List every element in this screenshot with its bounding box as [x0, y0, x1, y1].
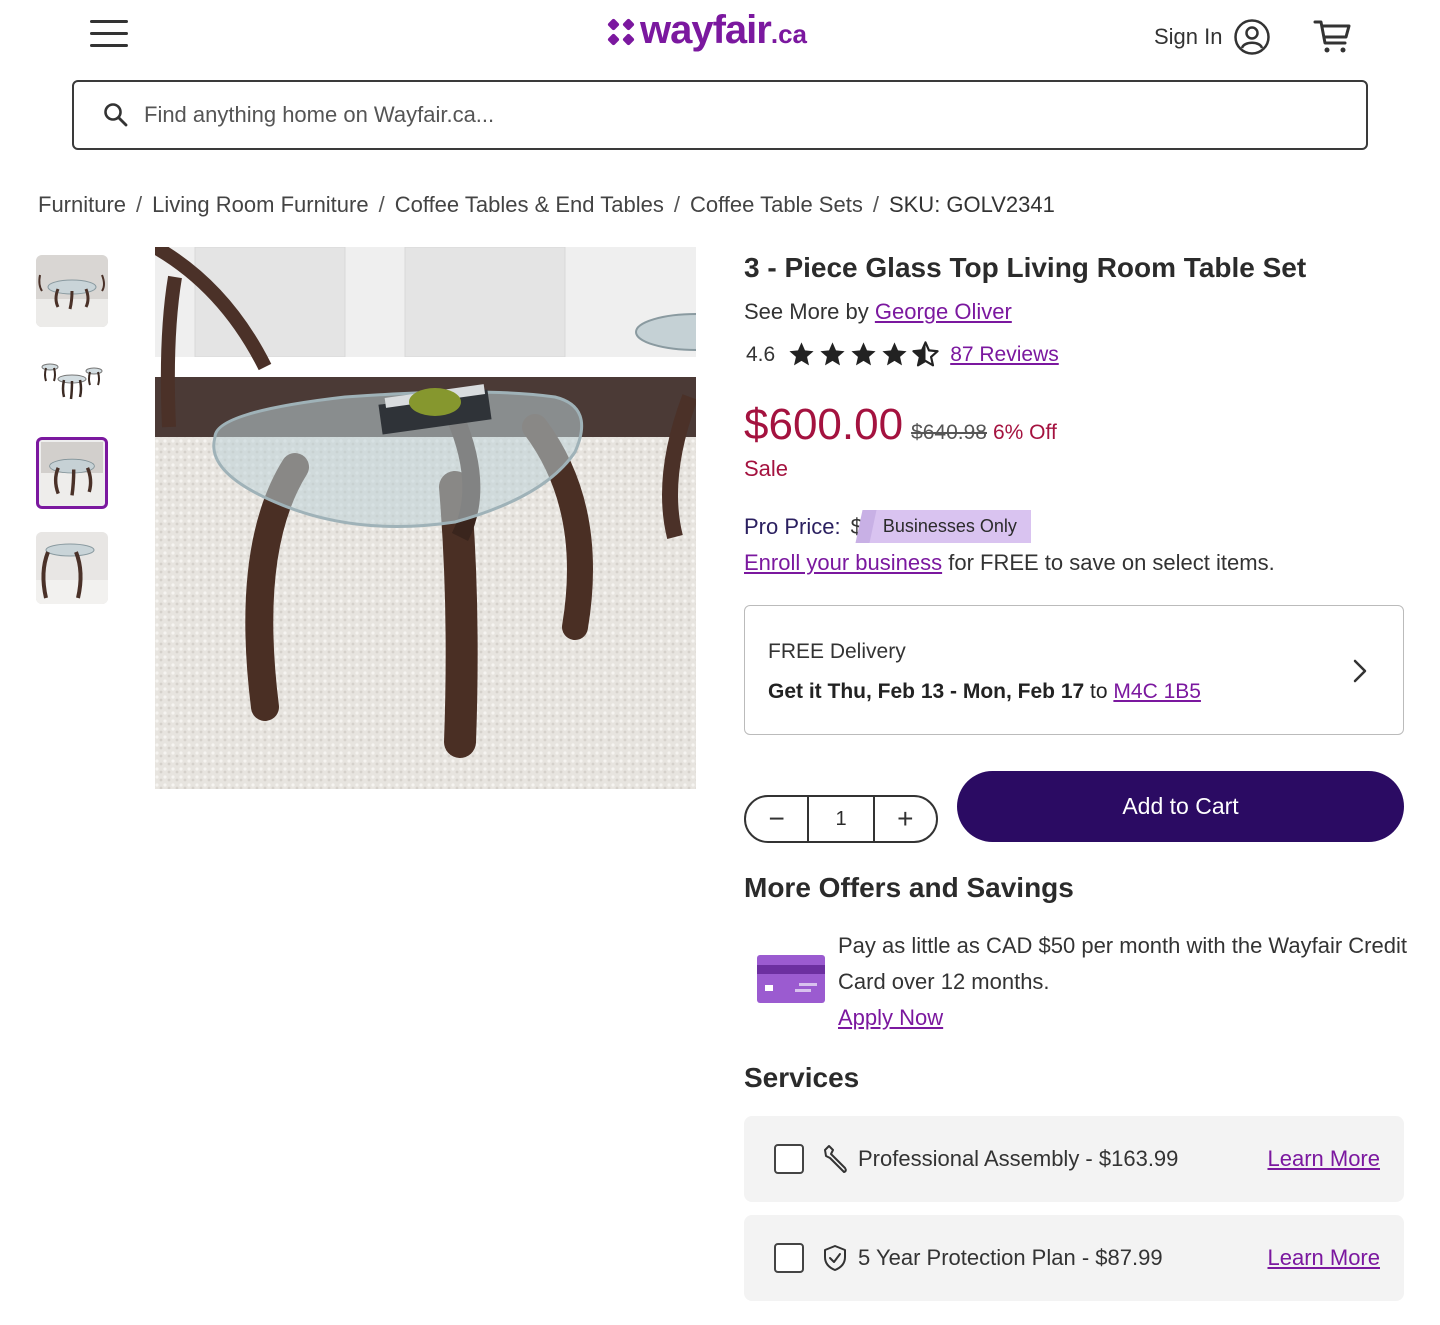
- postal-code-link[interactable]: M4C 1B5: [1113, 680, 1201, 703]
- original-price: $640.98: [911, 421, 987, 444]
- thumbnail-image: [36, 255, 108, 327]
- cart-icon[interactable]: [1312, 16, 1352, 56]
- quantity-value[interactable]: 1: [807, 797, 875, 841]
- quantity-stepper: − 1 +: [744, 795, 938, 843]
- account-icon: [1233, 19, 1270, 55]
- breadcrumb: Furniture / Living Room Furniture / Coff…: [38, 192, 1055, 218]
- rating-value: 4.6: [746, 342, 776, 366]
- coffee-table-photo: [155, 247, 696, 789]
- delivery-title: FREE Delivery: [768, 640, 906, 663]
- breadcrumb-separator: /: [872, 192, 879, 217]
- enroll-row: Enroll your business for FREE to save on…: [744, 550, 1275, 576]
- thumbnail-image: [36, 532, 108, 604]
- search-bar[interactable]: [72, 80, 1368, 150]
- discount-label: 6% Off: [992, 421, 1057, 444]
- breadcrumb-furniture[interactable]: Furniture: [38, 192, 126, 218]
- shield-check-icon: [824, 1245, 846, 1271]
- delivery-to: to: [1084, 680, 1114, 703]
- breadcrumb-sku: SKU: GOLV2341: [888, 192, 1055, 217]
- reviews-link[interactable]: 87 Reviews: [950, 343, 1059, 367]
- logo-text: wayfair: [640, 8, 772, 52]
- protection-plan-label: 5 Year Protection Plan - $87.99: [858, 1245, 1163, 1270]
- main-product-image[interactable]: [155, 247, 696, 789]
- logo-mark-icon: [607, 18, 635, 46]
- thumbnail-image: [41, 442, 103, 504]
- services-heading: Services: [744, 1062, 860, 1093]
- decrease-quantity-button[interactable]: −: [746, 797, 807, 841]
- pro-price-label: Pro Price:: [744, 513, 841, 539]
- assembly-learn-more-link[interactable]: Learn More: [1267, 1146, 1380, 1172]
- sign-in-label: Sign In: [1154, 24, 1223, 49]
- breadcrumb-coffee-table-sets[interactable]: Coffee Table Sets: [690, 192, 863, 218]
- price-row: $600.00 $640.98 6% Off: [744, 400, 1057, 450]
- chevron-right-icon: [1353, 659, 1367, 683]
- brand-byline: See More by George Oliver: [744, 299, 1012, 325]
- assembly-checkbox[interactable]: [774, 1144, 804, 1174]
- brand-link[interactable]: George Oliver: [875, 299, 1012, 324]
- menu-icon[interactable]: [90, 20, 128, 50]
- star-full-icon: [789, 342, 814, 366]
- search-icon: [104, 103, 128, 127]
- star-half-icon: [912, 341, 939, 367]
- logo-suffix: .ca: [770, 19, 808, 49]
- delivery-panel[interactable]: FREE Delivery Get it Thu, Feb 13 - Mon, …: [744, 605, 1404, 735]
- protection-plan-checkbox[interactable]: [774, 1243, 804, 1273]
- increase-quantity-button[interactable]: +: [875, 797, 936, 841]
- product-title: 3 - Piece Glass Top Living Room Table Se…: [744, 252, 1307, 283]
- apply-now-link[interactable]: Apply Now: [838, 1005, 943, 1030]
- protection-plan-learn-more-link[interactable]: Learn More: [1267, 1245, 1380, 1271]
- offers-heading: More Offers and Savings: [744, 872, 1074, 903]
- product-thumbnail-selected[interactable]: [36, 437, 108, 509]
- product-thumbnail[interactable]: [36, 345, 108, 417]
- breadcrumb-separator: /: [673, 192, 680, 217]
- star-full-icon: [851, 342, 876, 366]
- service-assembly: Professional Assembly - $163.99 Learn Mo…: [744, 1116, 1404, 1202]
- breadcrumb-separator: /: [378, 192, 385, 217]
- star-rating: [787, 340, 940, 369]
- wrench-icon: [824, 1145, 847, 1173]
- delivery-eta: Get it Thu, Feb 13 - Mon, Feb 17: [768, 680, 1085, 703]
- product-thumbnail[interactable]: [36, 255, 108, 327]
- sale-label: Sale: [744, 456, 789, 481]
- sale-price: $600.00: [744, 400, 904, 449]
- credit-card-offer-text: Pay as little as CAD $50 per month with …: [838, 933, 1407, 994]
- thumbnail-image: [36, 345, 108, 417]
- credit-card-offer: Pay as little as CAD $50 per month with …: [838, 928, 1408, 1036]
- businesses-only-badge: Businesses Only: [868, 510, 1031, 543]
- rating-summary: 4.6 87 Reviews: [746, 340, 1059, 369]
- enroll-text: for FREE to save on select items.: [942, 550, 1275, 575]
- assembly-label: Professional Assembly - $163.99: [858, 1146, 1179, 1171]
- product-thumbnail[interactable]: [36, 532, 108, 604]
- pro-price-row: Pro Price: $ Businesses Only: [744, 510, 1031, 543]
- credit-card-icon: [757, 955, 825, 1003]
- service-protection-plan: 5 Year Protection Plan - $87.99 Learn Mo…: [744, 1215, 1404, 1301]
- brand-prefix: See More by: [744, 299, 869, 324]
- breadcrumb-separator: /: [136, 192, 143, 217]
- star-full-icon: [820, 342, 845, 366]
- wayfair-logo[interactable]: wayfair .ca: [606, 8, 807, 58]
- sign-in-button[interactable]: Sign In: [1154, 18, 1271, 56]
- star-full-icon: [882, 342, 907, 366]
- enroll-business-link[interactable]: Enroll your business: [744, 550, 942, 575]
- breadcrumb-coffee-end-tables[interactable]: Coffee Tables & End Tables: [395, 192, 664, 218]
- add-to-cart-button[interactable]: Add to Cart: [957, 771, 1404, 842]
- delivery-eta-row: Get it Thu, Feb 13 - Mon, Feb 17 to M4C …: [768, 680, 1403, 704]
- search-input[interactable]: [144, 102, 1244, 128]
- breadcrumb-living-room-furniture[interactable]: Living Room Furniture: [152, 192, 368, 218]
